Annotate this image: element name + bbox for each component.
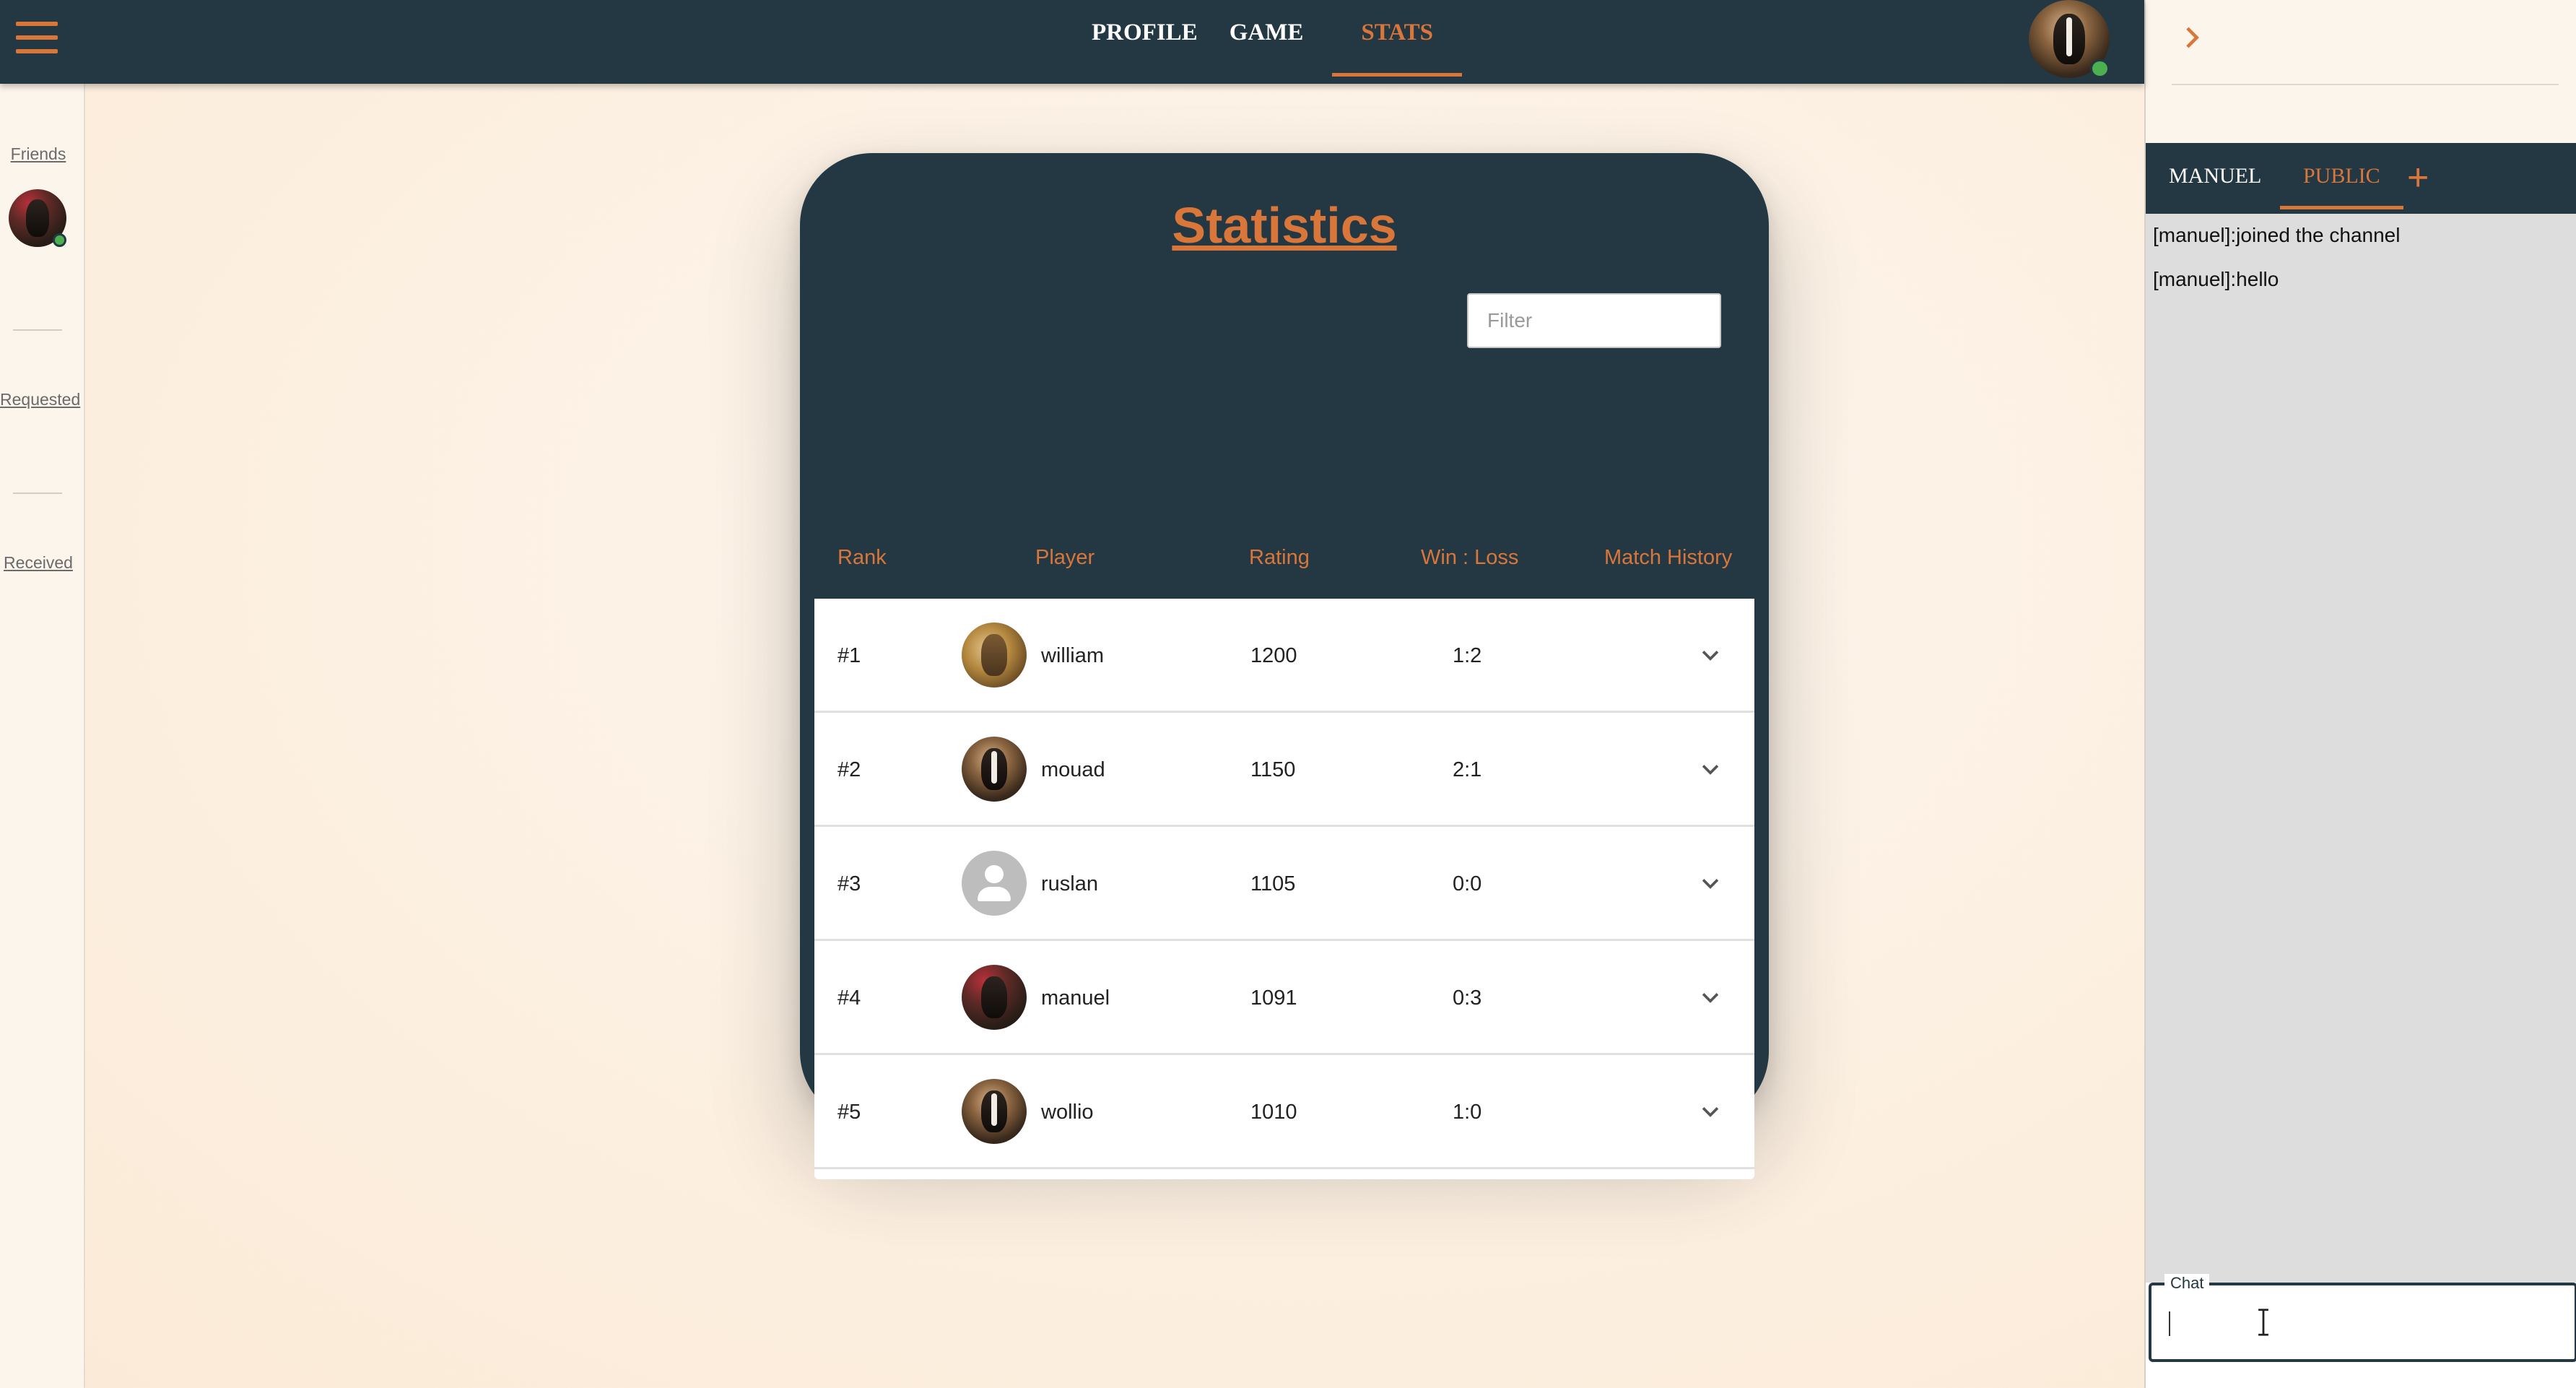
nav-profile[interactable]: PROFILE	[1076, 0, 1214, 77]
chat-input-area: Chat	[2146, 1274, 2576, 1388]
chat-tab-public[interactable]: PUBLIC	[2280, 143, 2403, 209]
friends-link[interactable]: Friends	[0, 144, 77, 164]
stats-table-body: #1 william 1200 1:2 #2 mouad 1150 2:1 #3…	[814, 599, 1754, 1179]
player-avatar	[962, 1079, 1027, 1144]
chat-input-label: Chat	[2164, 1274, 2210, 1293]
divider	[13, 329, 62, 331]
friends-sidebar: Friends Requested Received	[0, 84, 85, 1388]
page-title: Statistics	[1172, 197, 1397, 253]
menu-icon[interactable]	[16, 22, 58, 53]
divider	[13, 493, 62, 494]
column-header-rating[interactable]: Rating	[1249, 546, 1310, 570]
rank-cell: #3	[837, 872, 861, 895]
top-bar: PROFILE GAME STATS	[0, 0, 2144, 84]
win-loss-cell: 1:2	[1453, 644, 1482, 667]
requested-link[interactable]: Requested	[0, 390, 80, 409]
rating-cell: 1105	[1250, 872, 1296, 895]
rating-cell: 1200	[1250, 644, 1297, 667]
column-header-player[interactable]: Player	[1035, 546, 1095, 570]
table-row[interactable]: #1 william 1200 1:2	[814, 599, 1754, 713]
chat-input-box: Chat	[2149, 1274, 2576, 1362]
nav-game[interactable]: GAME	[1214, 0, 1320, 77]
default-avatar-icon	[962, 851, 1027, 916]
column-header-match-history[interactable]: Match History	[1604, 546, 1732, 570]
player-avatar	[962, 737, 1027, 802]
friend-avatar[interactable]	[9, 189, 66, 247]
rank-cell: #5	[837, 1101, 861, 1124]
statistics-card: Statistics Rank Player Rating Win : Loss…	[800, 153, 1769, 1179]
rank-cell: #2	[837, 758, 861, 781]
win-loss-cell: 0:3	[1453, 986, 1482, 1010]
chat-tabs: MANUEL PUBLIC +	[2146, 143, 2576, 214]
table-row[interactable]: #2 mouad 1150 2:1	[814, 713, 1754, 827]
divider	[2172, 84, 2559, 85]
chat-panel: MANUEL PUBLIC + [manuel]:joined the chan…	[2144, 0, 2576, 1388]
player-name[interactable]: mouad	[1041, 713, 1105, 827]
rating-cell: 1010	[1250, 1101, 1297, 1124]
player-name[interactable]: wollio	[1041, 1055, 1094, 1169]
chevron-down-icon[interactable]	[1698, 758, 1723, 782]
player-name[interactable]: ruslan	[1041, 827, 1098, 941]
rating-cell: 1091	[1250, 986, 1297, 1010]
chat-input[interactable]	[2166, 1303, 2556, 1343]
player-name[interactable]: william	[1041, 599, 1104, 713]
chevron-down-icon[interactable]	[1698, 1100, 1723, 1124]
rank-cell: #4	[837, 986, 861, 1010]
table-row[interactable]: #5 wollio 1010 1:0	[814, 1055, 1754, 1169]
rating-cell: 1150	[1250, 758, 1296, 781]
chat-message: [manuel]:hello	[2153, 268, 2279, 290]
text-cursor-icon	[2258, 1309, 2268, 1336]
column-header-win-loss[interactable]: Win : Loss	[1421, 546, 1518, 570]
table-row[interactable]: #4 manuel 1091 0:3	[814, 941, 1754, 1055]
chevron-down-icon[interactable]	[1698, 643, 1723, 668]
online-status-icon	[52, 233, 66, 247]
chat-message: [manuel]:joined the channel	[2153, 224, 2401, 246]
win-loss-cell: 2:1	[1453, 758, 1482, 781]
main-nav: PROFILE GAME STATS	[1076, 0, 1463, 84]
chat-messages: [manuel]:joined the channel [manuel]:hel…	[2146, 214, 2576, 1283]
chevron-down-icon[interactable]	[1698, 986, 1723, 1010]
table-row[interactable]: #3 ruslan 1105 0:0	[814, 827, 1754, 941]
rank-cell: #1	[837, 644, 861, 667]
user-avatar[interactable]	[2029, 0, 2110, 78]
win-loss-cell: 1:0	[1453, 1101, 1482, 1124]
received-link[interactable]: Received	[0, 553, 77, 573]
nav-stats[interactable]: STATS	[1332, 0, 1463, 77]
filter-input[interactable]	[1467, 293, 1721, 348]
win-loss-cell: 0:0	[1453, 872, 1482, 895]
plus-icon[interactable]: +	[2407, 159, 2429, 196]
player-avatar	[962, 623, 1027, 688]
chevron-right-icon[interactable]	[2182, 23, 2203, 52]
text-caret	[2169, 1311, 2170, 1336]
column-header-rank[interactable]: Rank	[837, 546, 887, 570]
online-status-icon	[2090, 59, 2110, 78]
chevron-down-icon[interactable]	[1698, 872, 1723, 896]
chat-tab-manuel[interactable]: MANUEL	[2169, 143, 2261, 209]
player-name[interactable]: manuel	[1041, 941, 1110, 1055]
player-avatar	[962, 965, 1027, 1030]
